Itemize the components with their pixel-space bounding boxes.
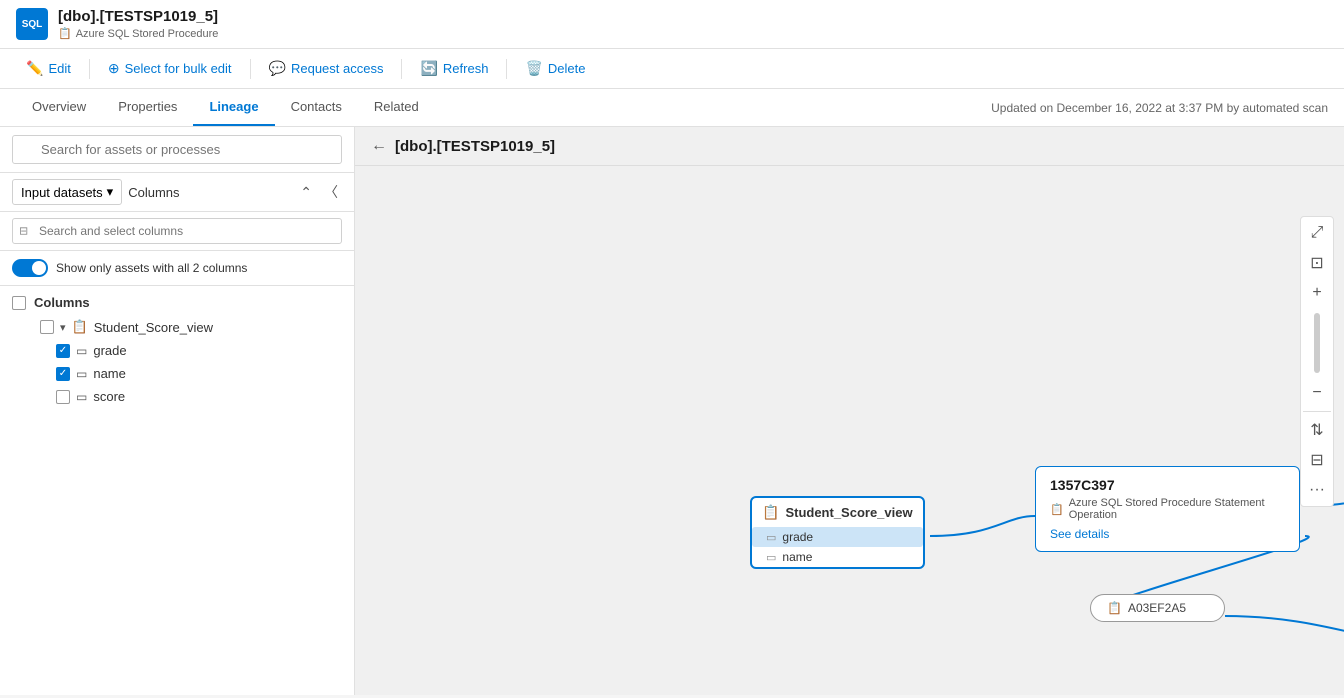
close-panel-button[interactable]: 〈 — [320, 180, 342, 204]
canvas-back-button[interactable]: ← — [371, 137, 387, 155]
column-type-icon-3: ▭ — [76, 390, 87, 404]
assets-toggle[interactable] — [12, 259, 48, 277]
tabs-list: Overview Properties Lineage Contacts Rel… — [16, 89, 435, 126]
node-field-grade: ▭ grade — [752, 527, 923, 547]
asset-search-box: 🔍 — [0, 127, 354, 173]
group-checkbox[interactable] — [40, 320, 54, 334]
toggle-label: Show only assets with all 2 columns — [56, 261, 247, 275]
tabs-bar: Overview Properties Lineage Contacts Rel… — [0, 89, 1344, 127]
last-updated-text: Updated on December 16, 2022 at 3:37 PM … — [991, 101, 1328, 115]
header-subtitle: 📋 Azure SQL Stored Procedure — [58, 27, 218, 40]
controls-divider — [1303, 411, 1331, 412]
toggle-row: Show only assets with all 2 columns — [0, 251, 354, 286]
toggle-knob — [32, 261, 46, 275]
message-icon: 💬 — [269, 60, 286, 77]
tab-contacts[interactable]: Contacts — [275, 89, 358, 126]
left-panel: 🔍 Input datasets ▾ Columns ⌃ 〈 ⊟ — [0, 127, 355, 695]
tab-properties[interactable]: Properties — [102, 89, 193, 126]
zoom-out-button[interactable]: − — [1303, 379, 1331, 407]
col-grade-label: grade — [93, 343, 126, 358]
more-button[interactable]: ··· — [1303, 476, 1331, 504]
group-name-label: Student_Score_view — [94, 320, 213, 335]
process-subtitle: 📋 Azure SQL Stored Procedure Statement O… — [1050, 497, 1285, 521]
edit-icon: ✏️ — [26, 60, 43, 77]
group-icon: 📋 — [72, 319, 88, 335]
grade-checkbox[interactable]: ✓ — [56, 344, 70, 358]
node-process-1357[interactable]: 1357C397 📋 Azure SQL Stored Procedure St… — [1035, 466, 1300, 552]
header-info: [dbo].[TESTSP1019_5] 📋 Azure SQL Stored … — [58, 8, 218, 40]
main-content: 🔍 Input datasets ▾ Columns ⌃ 〈 ⊟ — [0, 127, 1344, 695]
column-filter-box: ⊟ — [0, 212, 354, 251]
zoom-in-button[interactable]: + — [1303, 279, 1331, 307]
toolbar-divider-2 — [250, 59, 251, 79]
col-score-label: score — [93, 389, 125, 404]
collapse-panel-button[interactable]: ⌃ — [296, 182, 316, 203]
toolbar-divider-3 — [401, 59, 402, 79]
name-checkbox[interactable]: ✓ — [56, 367, 70, 381]
filter-left: Input datasets ▾ Columns — [12, 179, 180, 205]
zoom-scrollbar[interactable] — [1314, 313, 1320, 373]
layout-button[interactable]: ⇅ — [1303, 416, 1331, 444]
tab-related[interactable]: Related — [358, 89, 435, 126]
columns-list: Columns ▾ 📋 Student_Score_view ✓ ▭ grade… — [0, 286, 354, 695]
see-details-link[interactable]: See details — [1050, 527, 1285, 541]
refresh-icon: 🔄 — [420, 60, 437, 77]
node-db-icon: 📋 — [762, 504, 779, 521]
lineage-canvas: ← [dbo].[TESTSP1019_5] — [355, 127, 1344, 695]
search-wrapper: 🔍 — [12, 135, 342, 164]
process-icon: 📋 — [1050, 503, 1064, 516]
delete-icon: 🗑️ — [525, 60, 542, 77]
node-student-score-view-header: 📋 Student_Score_view — [752, 498, 923, 527]
col-name: ✓ ▭ name — [12, 362, 354, 385]
col-name-label: name — [93, 366, 126, 381]
node-field-name: ▭ name — [752, 547, 923, 567]
score-checkbox[interactable] — [56, 390, 70, 404]
toolbar-divider-4 — [506, 59, 507, 79]
column-search-input[interactable] — [12, 218, 342, 244]
edit-button[interactable]: ✏️ Edit — [16, 55, 81, 82]
app-icon: SQL — [16, 8, 48, 40]
app-header: SQL [dbo].[TESTSP1019_5] 📋 Azure SQL Sto… — [0, 0, 1344, 49]
collapse-button[interactable]: ⊟ — [1303, 446, 1331, 474]
asset-search-input[interactable] — [12, 135, 342, 164]
refresh-button[interactable]: 🔄 Refresh — [410, 55, 498, 82]
filter-icon: ⊟ — [19, 225, 28, 238]
oval-icon: 📋 — [1107, 601, 1122, 615]
canvas-header: ← [dbo].[TESTSP1019_5] — [355, 127, 1344, 166]
toolbar-divider-1 — [89, 59, 90, 79]
fit-button[interactable]: ⊡ — [1303, 249, 1331, 277]
request-access-button[interactable]: 💬 Request access — [259, 55, 394, 82]
canvas-controls: ⤢ ⊡ + − ⇅ ⊟ ··· — [1300, 216, 1334, 507]
col-grade: ✓ ▭ grade — [12, 339, 354, 362]
node-student-score-view[interactable]: 📋 Student_Score_view ▭ grade ▭ name — [750, 496, 925, 569]
tab-lineage[interactable]: Lineage — [193, 89, 274, 126]
expand-button[interactable]: ⤢ — [1303, 219, 1331, 247]
toolbar: ✏️ Edit ⊕ Select for bulk edit 💬 Request… — [0, 49, 1344, 89]
process-title: 1357C397 — [1050, 477, 1285, 493]
plus-circle-icon: ⊕ — [108, 60, 120, 77]
delete-button[interactable]: 🗑️ Delete — [515, 55, 595, 82]
columns-header-row: Columns — [0, 290, 354, 315]
node-oval-a03[interactable]: 📋 A03EF2A5 — [1090, 594, 1225, 622]
column-group-student-score-view: ▾ 📋 Student_Score_view ✓ ▭ grade ✓ ▭ nam… — [0, 315, 354, 408]
field-icon-2: ▭ — [766, 551, 776, 564]
canvas-title: [dbo].[TESTSP1019_5] — [395, 138, 555, 155]
column-type-icon: ▭ — [76, 344, 87, 358]
bulk-edit-button[interactable]: ⊕ Select for bulk edit — [98, 55, 242, 82]
columns-header-checkbox[interactable] — [12, 296, 26, 310]
tab-overview[interactable]: Overview — [16, 89, 102, 126]
columns-header-label: Columns — [34, 295, 90, 310]
field-icon: ▭ — [766, 531, 776, 544]
filter-right: ⌃ 〈 — [296, 180, 342, 204]
col-score: ▭ score — [12, 385, 354, 408]
header-title: [dbo].[TESTSP1019_5] — [58, 8, 218, 25]
filter-bar: Input datasets ▾ Columns ⌃ 〈 — [0, 173, 354, 212]
column-filter-wrapper: ⊟ — [12, 218, 342, 244]
canvas-area: 📋 Student_Score_view ▭ grade ▭ name 1357… — [355, 166, 1344, 690]
group-expand-icon[interactable]: ▾ — [60, 321, 66, 334]
column-type-icon-2: ▭ — [76, 367, 87, 381]
chevron-down-icon: ▾ — [107, 184, 114, 200]
group-header-row[interactable]: ▾ 📋 Student_Score_view — [12, 315, 354, 339]
input-datasets-dropdown[interactable]: Input datasets ▾ — [12, 179, 122, 205]
